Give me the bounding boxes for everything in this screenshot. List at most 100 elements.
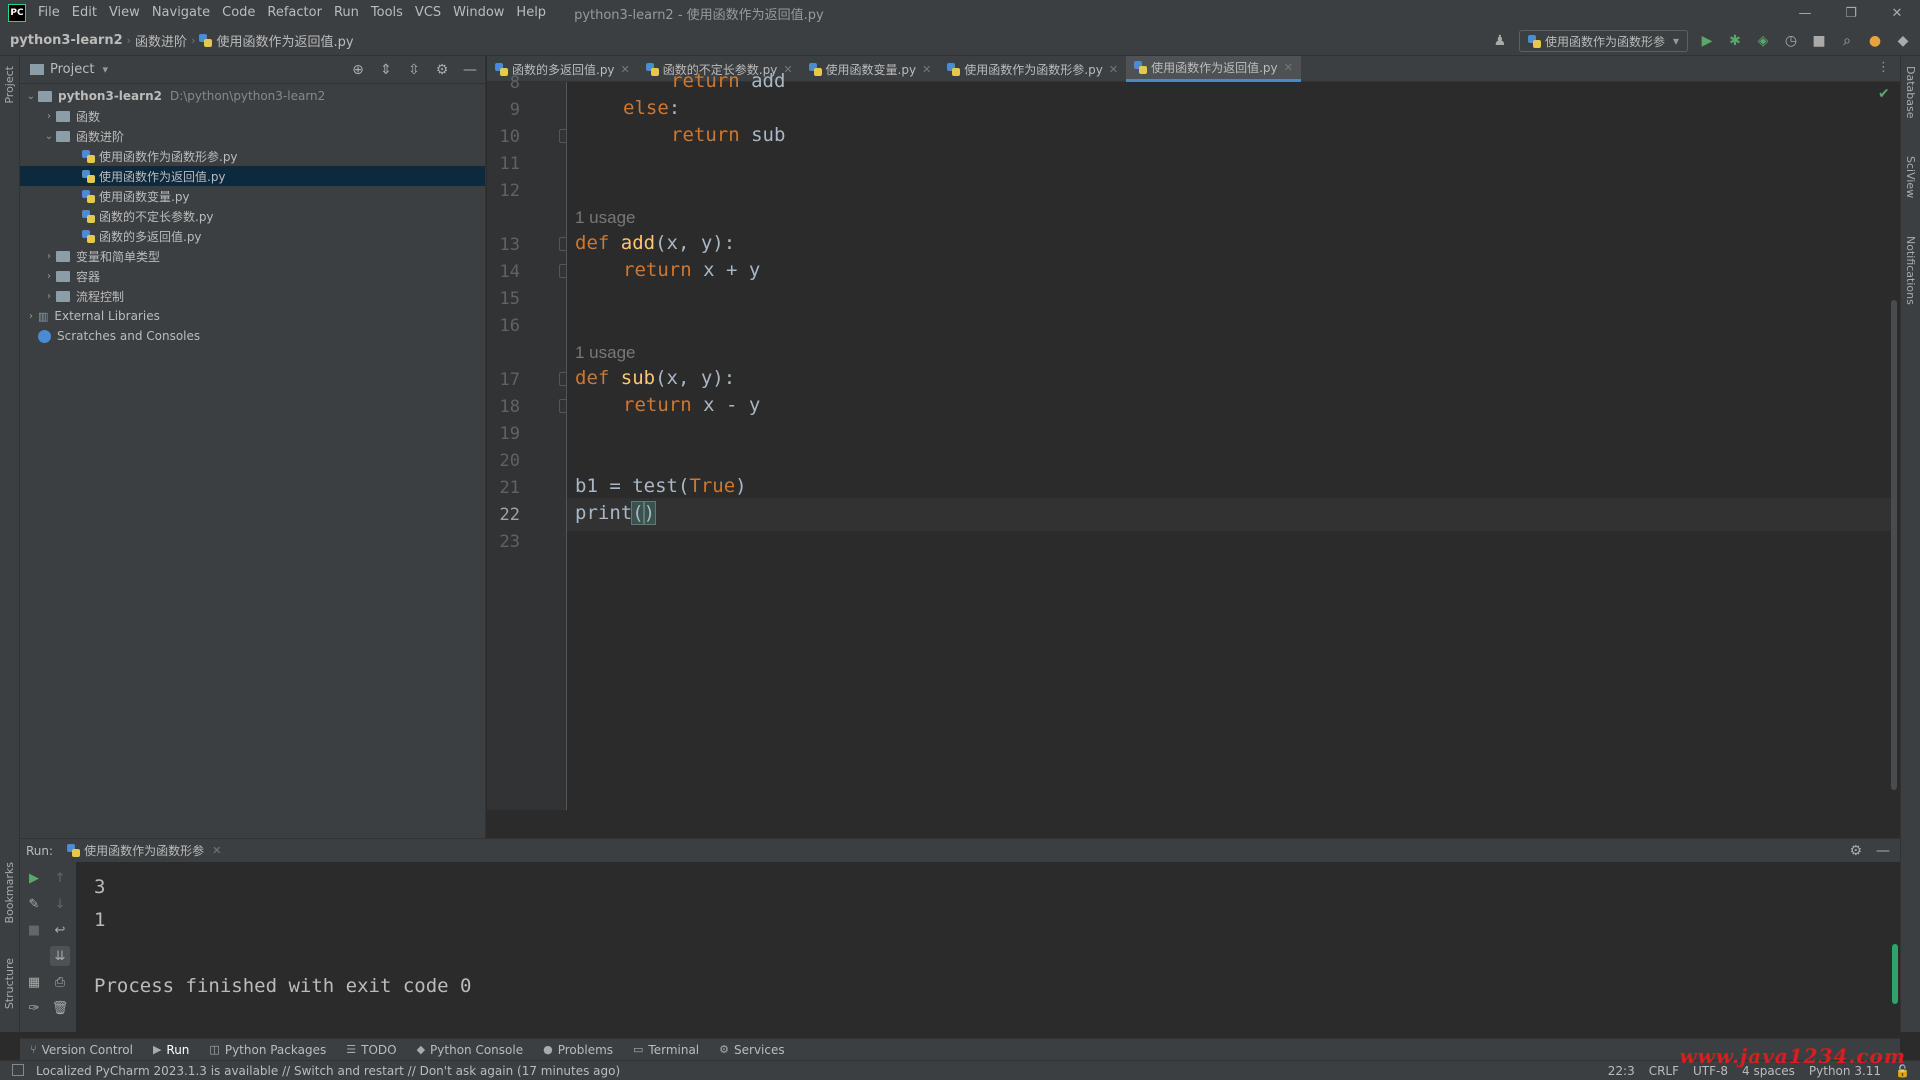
- project-tool-button[interactable]: Project: [3, 66, 16, 104]
- tree-root[interactable]: ⌄ python3-learn2 D:\python\python3-learn…: [20, 86, 485, 106]
- jetbrains-icon[interactable]: ◆: [1894, 32, 1912, 50]
- menu-run[interactable]: Run: [328, 0, 365, 26]
- menu-navigate[interactable]: Navigate: [146, 0, 216, 26]
- structure-tool-button[interactable]: Structure: [3, 958, 16, 1009]
- bookmarks-tool-button[interactable]: Bookmarks: [3, 862, 16, 923]
- tool-tab-version-control[interactable]: ⑂ Version Control: [20, 1043, 143, 1057]
- close-icon[interactable]: ✕: [1109, 63, 1118, 76]
- menu-help[interactable]: Help: [510, 0, 552, 26]
- tool-tab-terminal[interactable]: ▭ Terminal: [623, 1043, 709, 1057]
- inspection-ok-icon[interactable]: ✔: [1878, 86, 1890, 102]
- status-message[interactable]: Localized PyCharm 2023.1.3 is available …: [36, 1064, 620, 1078]
- menu-edit[interactable]: Edit: [66, 0, 103, 26]
- tree-item-folder[interactable]: ⌄ 函数进阶: [20, 126, 485, 146]
- restore-button[interactable]: ❐: [1828, 0, 1874, 26]
- search-icon[interactable]: ⌕: [1838, 32, 1856, 50]
- update-icon[interactable]: ●: [1866, 32, 1884, 50]
- stop-icon[interactable]: ■: [1810, 32, 1828, 50]
- menu-tools[interactable]: Tools: [365, 0, 409, 26]
- caret-position[interactable]: 22:3: [1608, 1064, 1635, 1078]
- tree-item-label: 函数的多返回值.py: [99, 229, 202, 244]
- tree-item-external-libraries[interactable]: › ▥ External Libraries: [20, 306, 485, 326]
- collapse-all-icon[interactable]: ⇳: [405, 61, 423, 79]
- tool-tab-run[interactable]: ▶ Run: [143, 1043, 199, 1057]
- line-number: 13: [499, 235, 520, 255]
- tool-tab-python-console[interactable]: ◆ Python Console: [407, 1043, 534, 1057]
- sciview-tool-button[interactable]: SciView: [1904, 156, 1917, 198]
- chevron-down-icon[interactable]: ▾: [102, 63, 108, 76]
- line-separator[interactable]: CRLF: [1649, 1064, 1679, 1078]
- code-text: add: [739, 70, 786, 92]
- status-toggle-icon[interactable]: [12, 1064, 24, 1076]
- menu-view[interactable]: View: [103, 0, 146, 26]
- rerun-icon[interactable]: ▶: [24, 868, 44, 888]
- tool-tab-python-packages[interactable]: ◫ Python Packages: [199, 1043, 336, 1057]
- stop-icon[interactable]: ■: [24, 920, 44, 940]
- database-tool-button[interactable]: Database: [1904, 66, 1917, 119]
- breadcrumb-project[interactable]: python3-learn2: [6, 33, 127, 48]
- print-icon[interactable]: ⎙: [50, 972, 70, 992]
- profile-icon[interactable]: ◷: [1782, 32, 1800, 50]
- tool-tab-todo[interactable]: ☰ TODO: [336, 1043, 406, 1057]
- editor-tab[interactable]: 使用函数作为函数形参.py ✕: [939, 56, 1126, 82]
- console-output[interactable]: 3 1 Process finished with exit code 0: [76, 862, 1900, 1032]
- code-editor[interactable]: return add else: return sub 1 usage def …: [567, 70, 1897, 810]
- scroll-to-end-icon[interactable]: ⇊: [50, 946, 70, 966]
- close-icon[interactable]: ✕: [1284, 61, 1293, 74]
- trash-icon[interactable]: 🗑: [50, 998, 70, 1018]
- keyword: return: [671, 70, 740, 92]
- pin-icon[interactable]: ✑: [24, 998, 44, 1018]
- minimize-button[interactable]: —: [1782, 0, 1828, 26]
- close-icon[interactable]: ✕: [922, 63, 931, 76]
- notifications-tool-button[interactable]: Notifications: [1904, 236, 1917, 305]
- menu-code[interactable]: Code: [216, 0, 261, 26]
- tree-item-file-selected[interactable]: 使用函数作为返回值.py: [20, 166, 485, 186]
- run-configuration-dropdown[interactable]: 使用函数作为函数形参 ▾: [1518, 30, 1688, 52]
- down-arrow-icon[interactable]: ↓: [50, 894, 70, 914]
- breadcrumb-folder[interactable]: 函数进阶: [131, 31, 191, 50]
- console-scrollbar[interactable]: [1892, 944, 1898, 1004]
- tree-item-file[interactable]: 使用函数变量.py: [20, 186, 485, 206]
- gear-icon[interactable]: ⚙: [1849, 843, 1862, 859]
- close-button[interactable]: ✕: [1874, 0, 1920, 26]
- tree-item-file[interactable]: 函数的多返回值.py: [20, 226, 485, 246]
- tree-item-folder[interactable]: › 函数: [20, 106, 485, 126]
- tool-tab-label: Services: [734, 1042, 785, 1057]
- tree-item-scratches[interactable]: Scratches and Consoles: [20, 326, 485, 346]
- locate-file-icon[interactable]: ⊕: [349, 61, 367, 79]
- menu-vcs[interactable]: VCS: [409, 0, 447, 26]
- wrench-icon[interactable]: ✎: [24, 894, 44, 914]
- tree-item-folder[interactable]: › 流程控制: [20, 286, 485, 306]
- gear-icon[interactable]: ⚙: [433, 61, 451, 79]
- coverage-icon[interactable]: ◈: [1754, 32, 1772, 50]
- expand-all-icon[interactable]: ⇕: [377, 61, 395, 79]
- layout-icon[interactable]: ▦: [24, 972, 44, 992]
- menu-window[interactable]: Window: [447, 0, 510, 26]
- hide-panel-icon[interactable]: —: [1876, 843, 1890, 859]
- tool-tab-services[interactable]: ⚙ Services: [709, 1043, 794, 1057]
- close-icon[interactable]: ✕: [212, 844, 221, 857]
- editor-tab-active[interactable]: 使用函数作为返回值.py ✕: [1126, 56, 1301, 82]
- project-panel-title[interactable]: Project: [50, 62, 94, 77]
- tool-tab-problems[interactable]: ● Problems: [533, 1043, 623, 1057]
- user-icon[interactable]: ♟: [1491, 32, 1509, 50]
- tree-item-folder[interactable]: › 变量和简单类型: [20, 246, 485, 266]
- breadcrumb-file[interactable]: 使用函数作为返回值.py: [195, 31, 357, 50]
- usage-hint[interactable]: 1 usage: [575, 343, 636, 363]
- close-icon[interactable]: ✕: [621, 63, 630, 76]
- run-icon[interactable]: ▶: [1698, 32, 1716, 50]
- up-arrow-icon[interactable]: ↑: [50, 868, 70, 888]
- tree-item-file[interactable]: 函数的不定长参数.py: [20, 206, 485, 226]
- menu-file[interactable]: File: [32, 0, 66, 26]
- debug-icon[interactable]: ✱: [1726, 32, 1744, 50]
- tree-item-file[interactable]: 使用函数作为函数形参.py: [20, 146, 485, 166]
- usage-hint[interactable]: 1 usage: [575, 208, 636, 228]
- run-tab[interactable]: 使用函数作为函数形参 ✕: [67, 842, 221, 859]
- hide-panel-icon[interactable]: —: [461, 61, 479, 79]
- soft-wrap-icon[interactable]: ↩: [50, 920, 70, 940]
- editor-tab[interactable]: 使用函数变量.py ✕: [801, 56, 940, 82]
- tree-item-folder[interactable]: › 容器: [20, 266, 485, 286]
- menu-refactor[interactable]: Refactor: [261, 0, 328, 26]
- tab-options-icon[interactable]: ⋮: [1877, 60, 1890, 75]
- editor-scrollbar[interactable]: [1891, 300, 1897, 790]
